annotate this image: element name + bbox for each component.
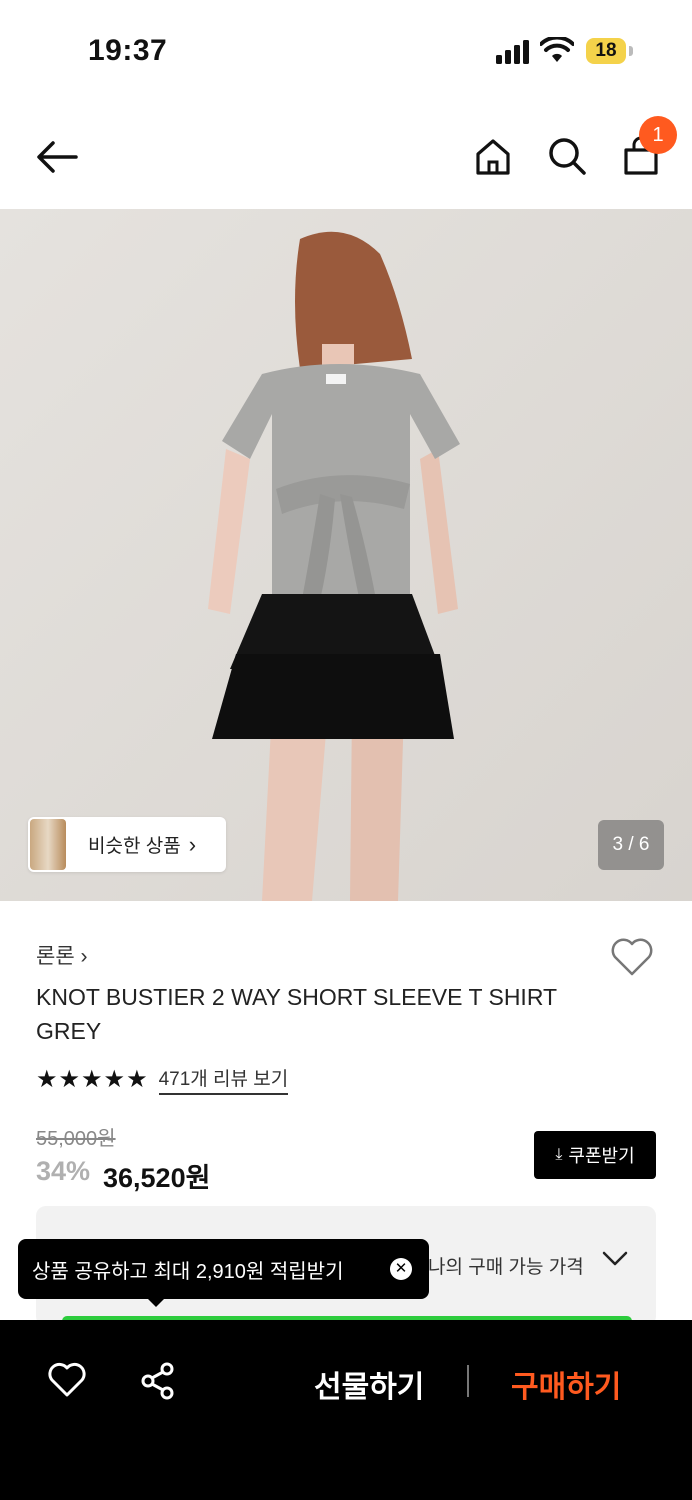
bottom-action-bar: 선물하기 구매하기 (0, 1320, 692, 1500)
share-icon[interactable] (140, 1362, 176, 1400)
status-bar: 19:37 18 (0, 0, 692, 100)
share-reward-tooltip: 상품 공유하고 최대 2,910원 적립받기 ✕ (18, 1239, 429, 1307)
chevron-right-icon: › (188, 831, 197, 857)
cart-count-badge: 1 (639, 116, 677, 154)
reviews-link[interactable]: 471개 리뷰 보기 (158, 1064, 289, 1095)
download-icon: ⤓ (555, 1146, 563, 1163)
coupon-label: 쿠폰받기 (568, 1146, 635, 1166)
top-nav (0, 110, 692, 210)
wishlist-heart-icon[interactable] (610, 937, 654, 977)
wishlist-heart-icon[interactable] (48, 1362, 86, 1398)
my-price-label: 나의 구매 가능 가격 (428, 1257, 584, 1278)
close-icon[interactable]: ✕ (390, 1258, 412, 1280)
similar-product-thumbnail (30, 819, 66, 870)
status-time: 19:37 (88, 34, 168, 67)
divider (467, 1365, 469, 1397)
similar-products-button[interactable]: 비슷한 상품 › (28, 817, 226, 872)
product-photo-illustration (0, 209, 692, 901)
search-icon[interactable] (547, 136, 587, 176)
sale-price: 36,520원 (103, 1163, 211, 1193)
battery-indicator: 18 (586, 38, 626, 64)
image-pager: 3 / 6 (598, 820, 664, 870)
product-title: KNOT BUSTIER 2 WAY SHORT SLEEVE T SHIRT … (36, 984, 557, 1044)
wifi-icon (540, 37, 574, 62)
coupon-download-button[interactable]: ⤓ 쿠폰받기 (534, 1131, 656, 1179)
tooltip-tail (146, 1297, 166, 1307)
similar-products-label: 비슷한 상품 (88, 836, 181, 857)
battery-cap (629, 46, 633, 56)
chevron-down-icon (602, 1251, 628, 1266)
signal-icon (496, 40, 529, 64)
home-icon[interactable] (475, 138, 511, 176)
brand-link[interactable]: 론론 › (36, 940, 87, 970)
rating-row: ★★★★★ 471개 리뷰 보기 (36, 1064, 289, 1095)
buy-button[interactable]: 구매하기 (511, 1362, 621, 1406)
discount-rate: 34% (36, 1156, 91, 1186)
gift-button[interactable]: 선물하기 (314, 1362, 424, 1406)
rating-stars: ★★★★★ (36, 1066, 149, 1093)
product-image[interactable] (0, 209, 692, 901)
tooltip-text: 상품 공유하고 최대 2,910원 적립받기 (32, 1260, 344, 1283)
original-price: 55,000원 (36, 1128, 116, 1150)
back-arrow-icon[interactable] (36, 140, 78, 174)
